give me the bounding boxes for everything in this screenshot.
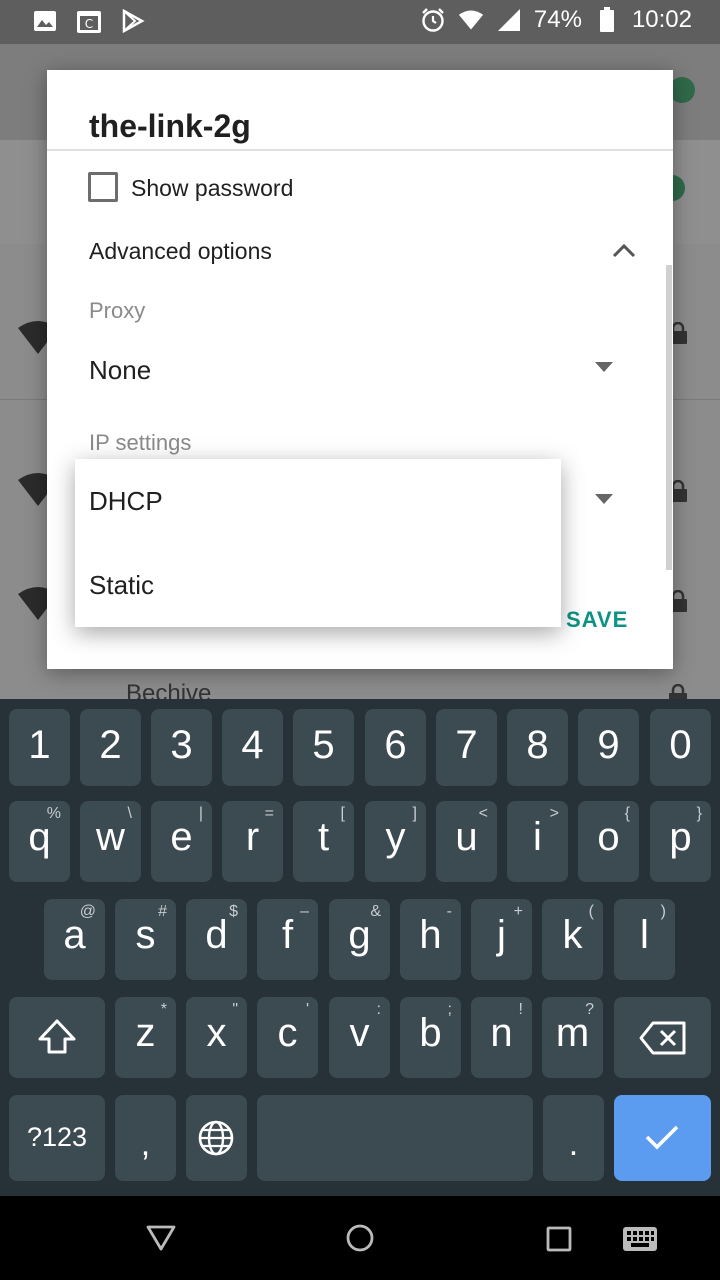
comma-key[interactable]: ,	[115, 1095, 176, 1181]
ip-settings-label: IP settings	[89, 430, 192, 455]
key-s[interactable]: # s	[115, 899, 176, 980]
chevron-up-icon[interactable]	[609, 238, 639, 262]
key-y[interactable]: ] y	[365, 801, 426, 882]
ip-settings-menu: DHCP Static	[75, 459, 561, 627]
key-1[interactable]: 1	[9, 709, 70, 786]
key-u[interactable]: < u	[436, 801, 497, 882]
key-d[interactable]: $ d	[186, 899, 247, 980]
advanced-options-toggle[interactable]: Advanced options	[89, 238, 272, 265]
key-f[interactable]: – f	[257, 899, 318, 980]
key-z[interactable]: * z	[115, 997, 176, 1078]
menu-item-static[interactable]: Static	[89, 570, 154, 601]
home-icon[interactable]	[345, 1223, 375, 1253]
battery-icon	[594, 7, 620, 33]
status-bar: C 74% 10:02	[0, 0, 720, 44]
dropdown-arrow-icon[interactable]	[593, 360, 615, 374]
language-key[interactable]	[186, 1095, 247, 1181]
key-b[interactable]: ; b	[400, 997, 461, 1078]
key-5[interactable]: 5	[293, 709, 354, 786]
key-v[interactable]: :v	[329, 997, 390, 1078]
menu-item-dhcp[interactable]: DHCP	[89, 486, 163, 517]
svg-text:C: C	[85, 17, 93, 31]
key-3[interactable]: 3	[151, 709, 212, 786]
key-t[interactable]: [t	[293, 801, 354, 882]
navigation-bar	[0, 1196, 720, 1280]
alarm-icon	[420, 7, 446, 33]
key-m[interactable]: ? m	[542, 997, 603, 1078]
key-w[interactable]: \ w	[80, 801, 141, 882]
back-icon[interactable]	[146, 1224, 176, 1252]
enter-key[interactable]	[614, 1095, 711, 1181]
signal-icon	[496, 7, 522, 33]
key-c[interactable]: ' c	[257, 997, 318, 1078]
proxy-label: Proxy	[89, 298, 146, 323]
dropdown-arrow-icon[interactable]	[593, 492, 615, 506]
show-password-checkbox[interactable]	[88, 172, 118, 202]
key-j[interactable]: + j	[471, 899, 532, 980]
backspace-icon	[639, 1021, 686, 1055]
key-2[interactable]: 2	[80, 709, 141, 786]
recents-icon[interactable]	[546, 1226, 572, 1252]
key-r[interactable]: = r	[222, 801, 283, 882]
wifi-icon	[458, 7, 484, 33]
key-h[interactable]: -h	[400, 899, 461, 980]
globe-icon	[198, 1120, 234, 1156]
battery-percent: 74%	[533, 6, 582, 33]
key-l[interactable]: ) l	[614, 899, 675, 980]
key-e[interactable]: | e	[151, 801, 212, 882]
symbols-key[interactable]: ?123	[9, 1095, 105, 1181]
keyboard-icon[interactable]	[622, 1226, 658, 1252]
dialog-title: the-link-2g	[89, 108, 251, 144]
key-8[interactable]: 8	[507, 709, 568, 786]
play-store-icon	[120, 8, 146, 34]
checkmark-icon	[645, 1125, 679, 1150]
shift-key[interactable]	[9, 997, 105, 1078]
save-button[interactable]: SAVE	[566, 607, 628, 633]
key-a[interactable]: @ a	[44, 899, 105, 980]
clock: 10:02	[631, 6, 692, 33]
key-i[interactable]: > i	[507, 801, 568, 882]
key-x[interactable]: " x	[186, 997, 247, 1078]
key-o[interactable]: {o	[578, 801, 639, 882]
gallery-icon	[32, 8, 58, 34]
key-0[interactable]: 0	[650, 709, 711, 786]
shift-icon	[38, 1019, 76, 1054]
calendar-icon: C	[76, 8, 102, 34]
title-divider	[47, 149, 673, 151]
show-password-label[interactable]: Show password	[131, 175, 293, 202]
key-4[interactable]: 4	[222, 709, 283, 786]
backspace-key[interactable]	[614, 997, 711, 1078]
key-6[interactable]: 6	[365, 709, 426, 786]
key-p[interactable]: } p	[650, 801, 711, 882]
key-9[interactable]: 9	[578, 709, 639, 786]
proxy-dropdown[interactable]: None	[89, 355, 151, 386]
key-q[interactable]: % q	[9, 801, 70, 882]
soft-keyboard: 1 2 3 4 5 6 7 8 9 0 % q \ w | e = r [t ] y < u…	[0, 699, 720, 1196]
space-key[interactable]	[257, 1095, 533, 1181]
period-key[interactable]: .	[543, 1095, 604, 1181]
key-n[interactable]: ! n	[471, 997, 532, 1078]
key-7[interactable]: 7	[436, 709, 497, 786]
dialog-scrollbar[interactable]	[666, 265, 672, 570]
key-k[interactable]: (k	[542, 899, 603, 980]
key-g[interactable]: & g	[329, 899, 390, 980]
